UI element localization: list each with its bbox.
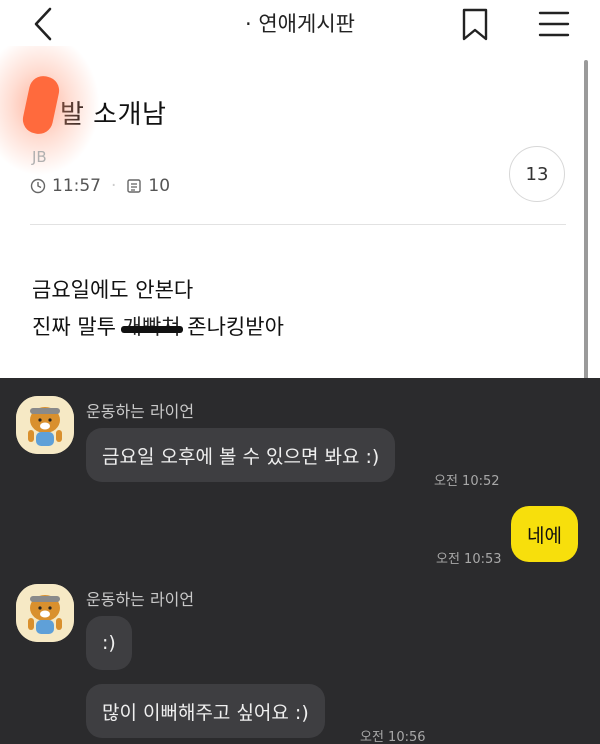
lion-character-icon	[16, 584, 74, 642]
post-body-line-2: 진짜 말투 개빡쳐 존나킹받아	[32, 311, 284, 341]
body-text-post: 존나킹받아	[180, 315, 284, 339]
hamburger-menu-icon	[538, 11, 570, 37]
meta-separator: ·	[111, 176, 117, 196]
chat-bubble[interactable]: 많이 이뻐해주고 싶어요 :)	[86, 684, 325, 738]
sender-name: 운동하는 라이언	[86, 590, 195, 609]
chat-bubble[interactable]: :)	[86, 616, 132, 670]
post-body-line-1: 금요일에도 안본다	[32, 278, 194, 302]
bookmark-icon	[462, 8, 488, 41]
post-meta: 11:57 · 10	[30, 176, 170, 196]
struck-word: 개빡쳐	[122, 315, 181, 339]
post-views: 10	[148, 176, 171, 196]
post-card: 발 소개남 JB 11:57 · 10 13 금요일에도 안본다 진짜 말투 개…	[0, 46, 594, 378]
board-title: · 연애게시판	[245, 12, 355, 36]
message-time: 오전 10:52	[434, 474, 500, 489]
avatar	[16, 584, 74, 642]
post-time: 11:57	[52, 176, 101, 196]
bookmark-button[interactable]	[458, 4, 492, 44]
top-bar: · 연애게시판	[0, 0, 600, 52]
redaction-mark	[0, 46, 100, 176]
divider	[30, 224, 566, 225]
menu-button[interactable]	[534, 4, 574, 44]
sender-name: 운동하는 라이언	[86, 402, 195, 421]
clock-icon	[30, 178, 46, 194]
chat-bubble[interactable]: 금요일 오후에 볼 수 있으면 봐요 :)	[86, 428, 396, 482]
avatar	[16, 396, 74, 454]
lion-character-icon	[16, 396, 74, 454]
body-text-pre: 진짜 말투	[32, 315, 123, 339]
chat-bubble-mine[interactable]: 네에	[511, 506, 578, 562]
message-time: 오전 10:56	[360, 730, 426, 744]
comment-count-button[interactable]: 13	[509, 146, 565, 202]
chat-screenshot: 운동하는 라이언 금요일 오후에 볼 수 있으면 봐요 :) 오전 10:52 …	[0, 378, 600, 744]
views-icon	[127, 179, 142, 193]
post-author: JB	[32, 148, 47, 166]
message-time: 오전 10:53	[436, 552, 502, 567]
